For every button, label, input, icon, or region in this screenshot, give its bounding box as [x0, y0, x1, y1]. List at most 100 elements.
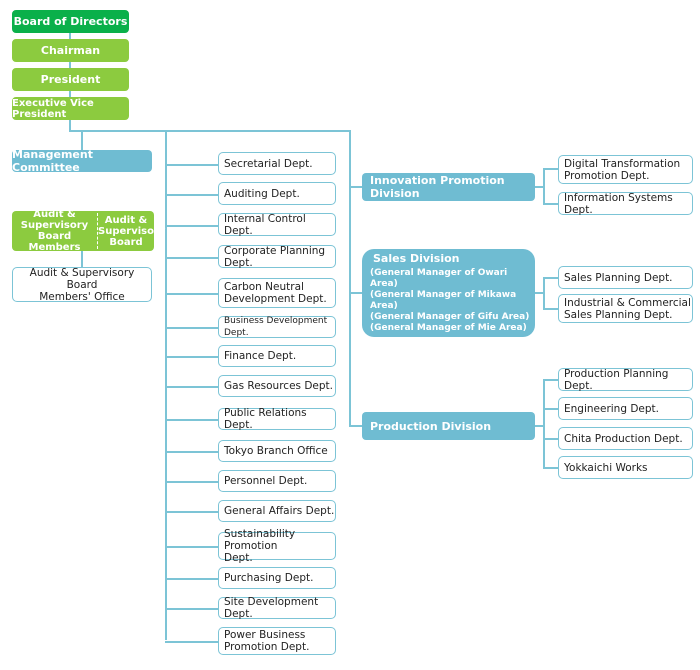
department-label: Auditing Dept.	[224, 187, 300, 200]
department-label: Purchasing Dept.	[224, 572, 314, 584]
department-box: Business Development Dept.	[218, 316, 336, 338]
connector	[543, 277, 545, 309]
chairman-label: Chairman	[40, 44, 101, 57]
department-label: Finance Dept.	[224, 350, 297, 362]
division-dept-label: Engineering Dept.	[564, 402, 660, 415]
connector	[165, 356, 219, 358]
division-dept-box: Digital Transformation Promotion Dept.	[558, 155, 693, 184]
connector	[349, 425, 363, 427]
division-dept-label: Information Systems Dept.	[564, 191, 673, 216]
department-box: Public Relations Dept.	[218, 407, 336, 431]
president-label: President	[40, 73, 101, 86]
connector	[543, 308, 559, 310]
connector	[543, 379, 559, 381]
department-label: Internal Control Dept.	[224, 212, 306, 237]
innovation-promotion-division-label: Innovation Promotion Division	[370, 174, 505, 200]
department-label: Site Development Dept.	[224, 596, 319, 620]
connector	[165, 419, 219, 421]
connector	[165, 608, 219, 610]
department-label: Public Relations Dept.	[224, 407, 307, 431]
department-label: Sustainability Promotion Dept.	[224, 528, 296, 564]
connector	[543, 438, 559, 440]
connector	[165, 164, 219, 166]
audit-board-members-label: Audit & Supervisory Board Members	[20, 209, 89, 253]
sales-division-box: Sales Division (General Manager of Owari…	[362, 249, 535, 337]
connector	[543, 203, 559, 205]
division-dept-label: Sales Planning Dept.	[564, 271, 673, 284]
connector	[349, 130, 351, 426]
production-division-box: Production Division	[362, 412, 535, 440]
department-box: Power Business Promotion Dept.	[218, 627, 336, 655]
audit-board-label: Audit & Supervisory Board	[98, 214, 166, 248]
audit-board-box: Audit & Supervisory Board Members Audit …	[12, 209, 166, 253]
connector	[165, 225, 219, 227]
connector	[543, 408, 559, 410]
division-dept-box: Information Systems Dept.	[558, 191, 693, 216]
audit-office-label: Audit & Supervisory Board Members' Offic…	[29, 266, 135, 303]
department-box: Internal Control Dept.	[218, 212, 336, 237]
department-label: Secretarial Dept.	[224, 157, 313, 170]
connector	[165, 481, 219, 483]
department-label: Corporate Planning Dept.	[224, 244, 326, 269]
executive-vice-president-box: Executive Vice President	[12, 97, 129, 120]
executive-vice-president-label: Executive Vice President	[12, 97, 94, 120]
department-box: Carbon Neutral Development Dept.	[218, 278, 336, 308]
division-dept-box: Yokkaichi Works	[558, 456, 693, 479]
department-label: Business Development Dept.	[224, 316, 328, 338]
president-box: President	[12, 68, 129, 91]
production-division-label: Production Division	[370, 419, 492, 433]
division-dept-box: Production Planning Dept.	[558, 367, 693, 392]
connector	[69, 130, 351, 132]
department-box: Tokyo Branch Office	[218, 440, 336, 462]
sales-manager: (General Manager of Gifu Area)	[370, 312, 530, 322]
sales-manager: (General Manager of Owari Area)	[370, 268, 508, 289]
board-of-directors-box: Board of Directors	[12, 10, 129, 33]
division-dept-label: Industrial & Commercial Sales Planning D…	[564, 296, 691, 321]
connector	[165, 327, 219, 329]
connector	[165, 451, 219, 453]
division-dept-label: Chita Production Dept.	[564, 432, 683, 445]
audit-office-box: Audit & Supervisory Board Members' Offic…	[12, 266, 152, 303]
sales-division-label: Sales Division	[373, 252, 460, 265]
department-label: Carbon Neutral Development Dept.	[224, 281, 327, 305]
connector	[165, 511, 219, 513]
division-dept-label: Digital Transformation Promotion Dept.	[564, 157, 681, 182]
connector	[543, 168, 559, 170]
department-label: Gas Resources Dept.	[224, 380, 334, 392]
department-label: Personnel Dept.	[224, 475, 308, 487]
department-box: Site Development Dept.	[218, 596, 336, 620]
department-label: Power Business Promotion Dept.	[224, 629, 310, 653]
department-box: Corporate Planning Dept.	[218, 244, 336, 269]
connector	[543, 379, 545, 469]
connector	[165, 546, 219, 548]
division-dept-box: Chita Production Dept.	[558, 427, 693, 450]
connector	[81, 130, 83, 150]
department-box: Secretarial Dept.	[218, 152, 336, 175]
connector	[349, 186, 363, 188]
sales-manager: (General Manager of Mie Area)	[370, 323, 527, 333]
division-dept-box: Sales Planning Dept.	[558, 266, 693, 289]
sales-manager: (General Manager of Mikawa Area)	[370, 290, 517, 311]
department-box: Auditing Dept.	[218, 182, 336, 205]
department-label: Tokyo Branch Office	[224, 445, 328, 457]
department-box: General Affairs Dept.	[218, 500, 336, 522]
board-of-directors-label: Board of Directors	[13, 15, 128, 28]
connector	[165, 257, 219, 259]
division-dept-box: Engineering Dept.	[558, 397, 693, 420]
department-box: Finance Dept.	[218, 345, 336, 367]
management-committee-label: Management Committee	[12, 148, 93, 174]
division-dept-label: Yokkaichi Works	[564, 461, 648, 474]
connector	[165, 578, 219, 580]
connector	[349, 292, 363, 294]
connector	[165, 130, 167, 640]
division-dept-box: Industrial & Commercial Sales Planning D…	[558, 294, 693, 323]
division-dept-label: Production Planning Dept.	[564, 367, 669, 392]
connector	[165, 194, 219, 196]
chairman-box: Chairman	[12, 39, 129, 62]
connector	[165, 386, 219, 388]
connector	[165, 293, 219, 295]
department-label: General Affairs Dept.	[224, 505, 335, 517]
innovation-promotion-division-box: Innovation Promotion Division	[362, 173, 535, 201]
department-box: Purchasing Dept.	[218, 567, 336, 589]
department-box: Personnel Dept.	[218, 470, 336, 492]
